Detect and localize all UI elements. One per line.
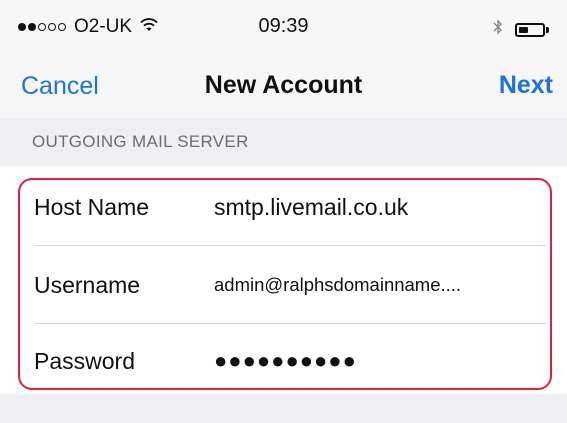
section-header: OUTGOING MAIL SERVER	[0, 118, 567, 166]
battery-icon	[515, 22, 549, 37]
bottom-section-background	[0, 394, 567, 423]
status-time: 09:39	[258, 15, 309, 37]
status-right-icons	[493, 18, 549, 41]
highlight-annotation	[18, 178, 552, 390]
next-button[interactable]: Next	[499, 71, 553, 100]
section-header-label: OUTGOING MAIL SERVER	[32, 132, 249, 151]
status-bar: O2-UK 09:39	[0, 0, 567, 54]
nav-bar: Cancel New Account Next	[0, 54, 567, 119]
bluetooth-icon	[493, 18, 503, 41]
page-title: New Account	[204, 71, 363, 99]
